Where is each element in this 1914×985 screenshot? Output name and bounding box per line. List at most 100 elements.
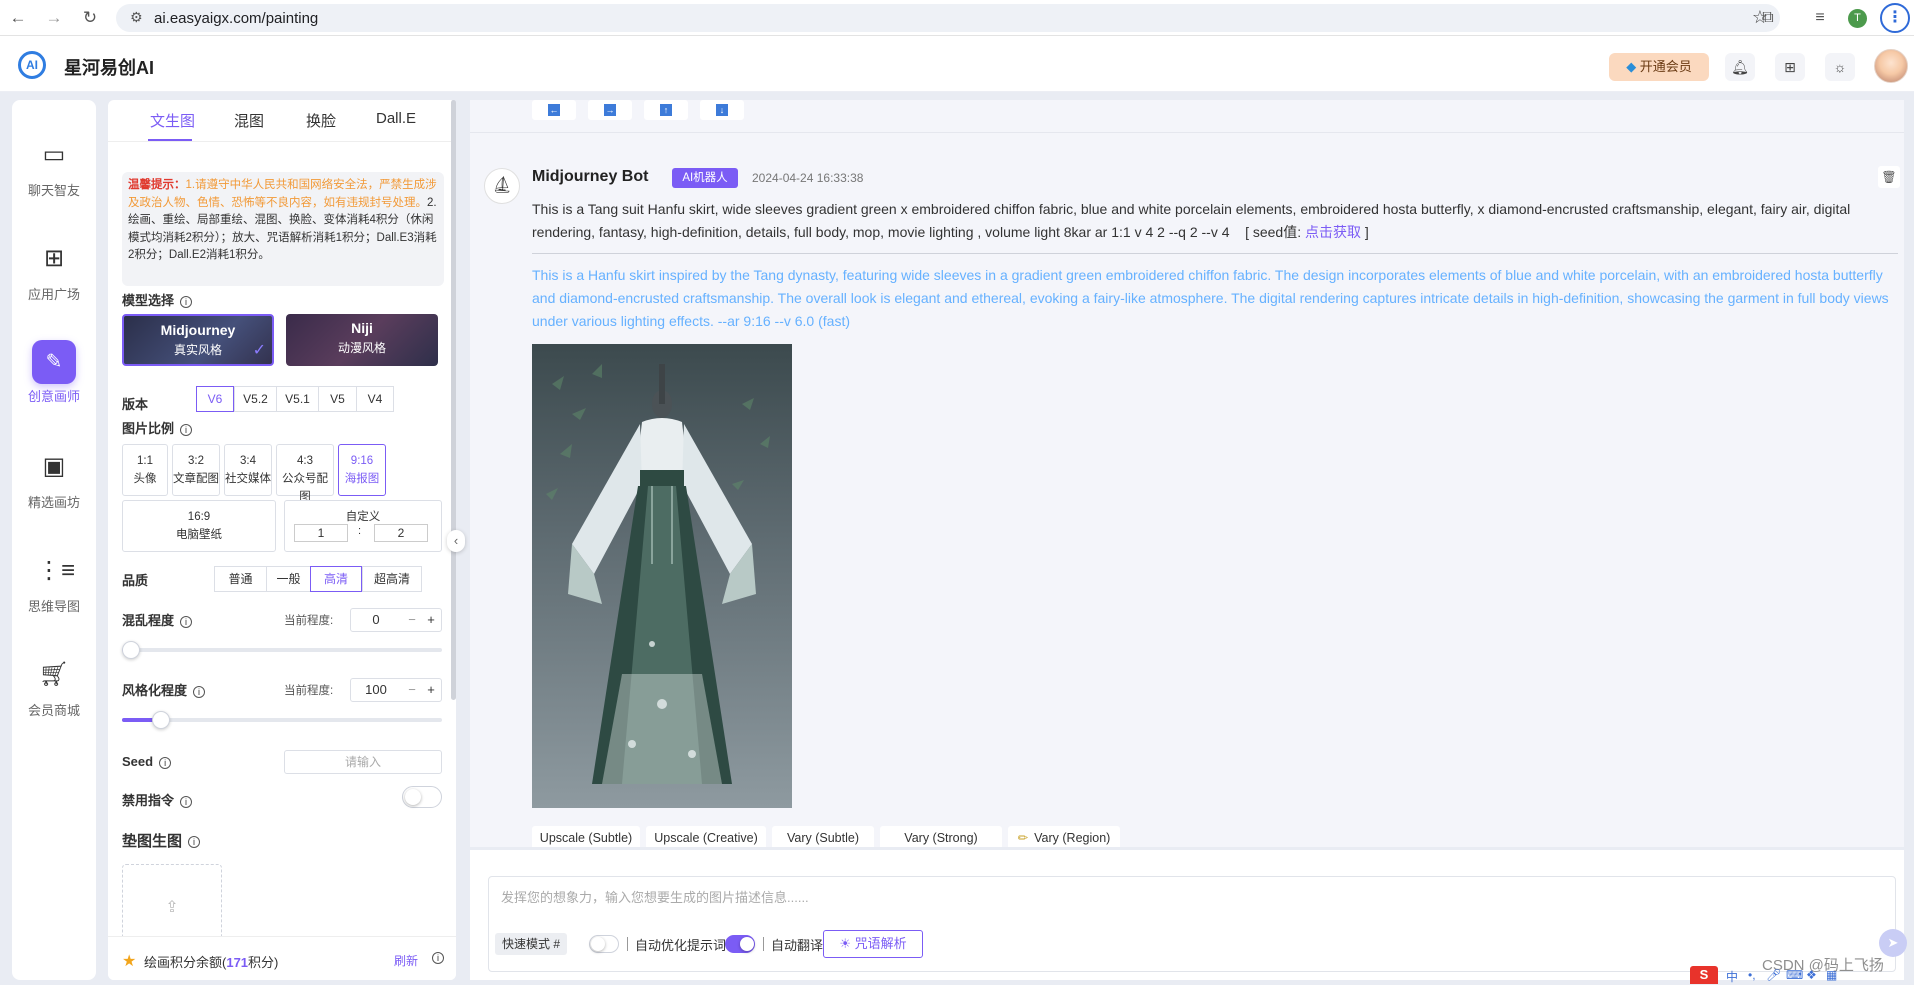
ratio-option[interactable]: 3:2 文章配图 xyxy=(172,444,220,496)
ime-skin-icon[interactable]: ❖ xyxy=(1806,968,1817,982)
app-name[interactable]: 星河易创AI xyxy=(64,54,154,80)
reload-icon[interactable]: ↻ xyxy=(78,6,102,30)
generated-image[interactable] xyxy=(532,344,792,808)
send-icon[interactable]: ➤ xyxy=(1879,929,1907,957)
vip-button[interactable]: ◆ 开通会员 xyxy=(1609,53,1709,81)
plus-icon[interactable]: + xyxy=(421,609,441,631)
pan-up-button[interactable]: ↑ xyxy=(644,100,688,120)
chaos-value[interactable]: 0 xyxy=(351,609,401,631)
ime-mic-icon[interactable]: 🎤︎ xyxy=(1766,968,1781,982)
stylize-slider-handle[interactable] xyxy=(152,711,170,729)
seed-link[interactable]: 点击获取 xyxy=(1305,224,1361,240)
chaos-stepper[interactable]: 0 − + xyxy=(350,608,442,632)
version-option[interactable]: V4 xyxy=(356,386,394,412)
quality-option[interactable]: 一般 xyxy=(266,566,310,592)
nav-item-painter[interactable]: ✎ 创意画师 xyxy=(12,330,96,426)
forward-icon[interactable]: → xyxy=(42,6,66,30)
info-icon[interactable]: i xyxy=(432,952,444,964)
fast-mode-button[interactable]: 快速模式 # xyxy=(495,933,567,955)
minus-icon[interactable]: − xyxy=(403,679,421,701)
nav-item-apps[interactable]: ⊞ 应用广场 xyxy=(12,228,96,324)
info-icon[interactable]: i xyxy=(180,615,193,628)
info-icon[interactable]: i xyxy=(180,423,193,436)
address-bar[interactable]: ⚙ ai.easyaigx.com/painting ☆ xyxy=(116,4,1780,32)
tab-text-to-image[interactable]: 文生图 xyxy=(150,110,195,131)
nav-item-shop[interactable]: 🛒︎ 会员商城 xyxy=(12,644,96,740)
notification-bell-icon[interactable]: 🔔︎ xyxy=(1725,53,1755,81)
info-icon[interactable]: i xyxy=(188,836,201,849)
theme-sun-icon[interactable]: ☼ xyxy=(1825,53,1855,81)
gift-icon[interactable]: ⊞ xyxy=(1775,53,1805,81)
upscale-creative-button[interactable]: Upscale (Creative) xyxy=(646,826,766,847)
tab-face-swap[interactable]: 换脸 xyxy=(306,110,336,131)
ime-tools-icon[interactable]: ▦ xyxy=(1826,968,1837,982)
trash-icon[interactable]: 🗑︎ xyxy=(1878,166,1900,188)
version-option[interactable]: V5.2 xyxy=(234,386,276,412)
custom-width-input[interactable]: 1 xyxy=(294,524,348,542)
auto-translate-toggle[interactable] xyxy=(725,935,755,953)
checkmark-icon: ✓ xyxy=(252,342,266,359)
nav-item-gallery[interactable]: ▣ 精选画坊 xyxy=(12,436,96,532)
ime-punct-icon[interactable]: •, xyxy=(1748,968,1756,982)
prompt-input[interactable]: 发挥您的想象力，输入您想要生成的图片描述信息...... xyxy=(501,887,809,906)
model-niji[interactable]: Niji 动漫风格 xyxy=(286,314,438,366)
ratio-option[interactable]: 4:3 公众号配图 xyxy=(276,444,334,503)
profile-avatar[interactable]: T xyxy=(1848,9,1867,28)
ratio-option-wide[interactable]: 16:9 电脑壁纸 xyxy=(122,500,276,552)
tab-blend[interactable]: 混图 xyxy=(234,110,264,131)
site-settings-icon[interactable]: ⚙ xyxy=(130,9,143,26)
back-icon[interactable]: ← xyxy=(6,6,30,30)
nav-item-chat[interactable]: ▭ 聊天智友 xyxy=(12,124,96,220)
chaos-slider[interactable] xyxy=(122,641,442,659)
seed-input[interactable]: 请输入 xyxy=(284,750,442,774)
pan-down-button[interactable]: ↓ xyxy=(700,100,744,120)
info-icon[interactable]: i xyxy=(193,685,206,698)
prompt-input-box[interactable]: 发挥您的想象力，输入您想要生成的图片描述信息...... 快速模式 # 自动优化… xyxy=(488,876,1907,972)
ratio-option[interactable]: 3:4 社交媒体 xyxy=(224,444,272,496)
ratio-option-selected[interactable]: 9:16 海报图 xyxy=(338,444,386,496)
vary-strong-button[interactable]: Vary (Strong) xyxy=(880,826,1002,847)
tab-dalle[interactable]: Dall.E xyxy=(376,110,416,127)
user-avatar[interactable] xyxy=(1874,49,1908,83)
ratio-value: 1:1 xyxy=(137,455,153,467)
ime-keyboard-icon[interactable]: ⌨︎ xyxy=(1786,968,1803,982)
auto-optimize-toggle[interactable] xyxy=(589,935,619,953)
stylize-slider[interactable] xyxy=(122,711,442,729)
notice-title: 温馨提示： xyxy=(128,179,186,191)
ime-logo-icon[interactable]: S xyxy=(1690,966,1718,984)
quality-option-selected[interactable]: 高清 xyxy=(310,566,362,592)
info-icon[interactable]: i xyxy=(180,795,193,808)
info-icon[interactable]: i xyxy=(180,295,193,308)
pan-right-button[interactable]: → xyxy=(588,100,632,120)
chaos-slider-handle[interactable] xyxy=(122,641,140,659)
model-midjourney[interactable]: Midjourney 真实风格 ✓ xyxy=(122,314,274,366)
ratio-option[interactable]: 1:1 头像 xyxy=(122,444,168,496)
version-option[interactable]: V5 xyxy=(318,386,356,412)
minus-icon[interactable]: − xyxy=(403,609,421,631)
plus-icon[interactable]: + xyxy=(421,679,441,701)
media-control-icon[interactable]: ≡ xyxy=(1808,6,1832,30)
disable-toggle[interactable] xyxy=(402,786,442,808)
extensions-icon[interactable]: ⧉ xyxy=(1756,6,1780,30)
version-option[interactable]: V5.1 xyxy=(276,386,318,412)
vary-region-button[interactable]: ✏︎ Vary (Region) xyxy=(1008,826,1120,847)
settings-scrollbar[interactable] xyxy=(451,100,456,700)
browser-menu-icon[interactable]: ⋮ xyxy=(1880,3,1910,33)
vary-subtle-button[interactable]: Vary (Subtle) xyxy=(772,826,874,847)
quality-option[interactable]: 普通 xyxy=(214,566,266,592)
pan-left-button[interactable]: ← xyxy=(532,100,576,120)
app-logo[interactable]: AI xyxy=(18,51,46,79)
stylize-value[interactable]: 100 xyxy=(351,679,401,701)
refresh-link[interactable]: 刷新 xyxy=(394,952,418,969)
version-option-v6[interactable]: V6 xyxy=(196,386,234,412)
message-time: 2024-04-24 16:33:38 xyxy=(752,171,864,185)
mantra-analysis-button[interactable]: ☀︎ 咒语解析 xyxy=(823,930,923,958)
stylize-stepper[interactable]: 100 − + xyxy=(350,678,442,702)
nav-item-mindmap[interactable]: ⋮≡ 思维导图 xyxy=(12,540,96,636)
custom-height-input[interactable]: 2 xyxy=(374,524,428,542)
collapse-chevron-icon[interactable]: ‹ xyxy=(447,530,465,552)
quality-option[interactable]: 超高清 xyxy=(362,566,422,592)
info-icon[interactable]: i xyxy=(159,756,172,769)
upscale-subtle-button[interactable]: Upscale (Subtle) xyxy=(532,826,640,847)
ime-chinese-icon[interactable]: 中 xyxy=(1726,968,1738,985)
